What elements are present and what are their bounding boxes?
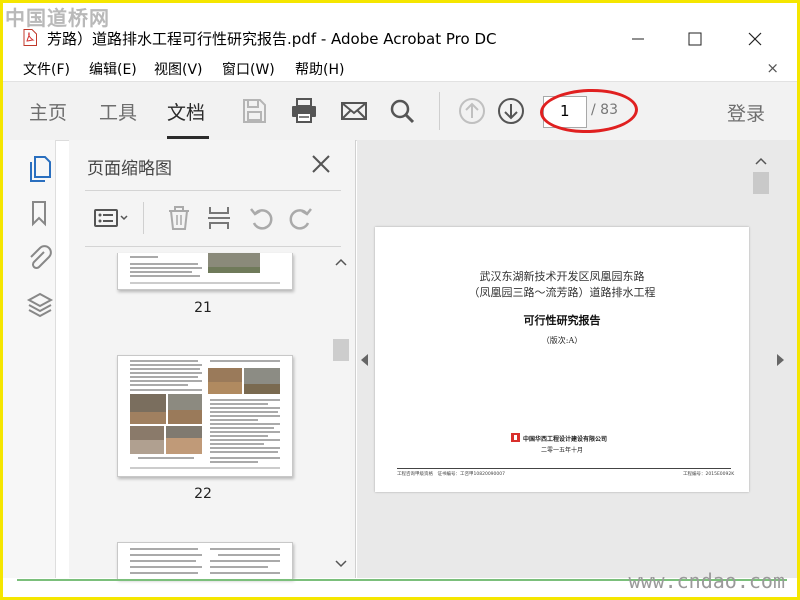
scroll-down-icon[interactable] <box>333 559 349 569</box>
thumbnail-content <box>130 253 280 284</box>
scroll-up-icon[interactable] <box>753 156 769 166</box>
document-view[interactable]: 武汉东湖新技术开发区凤凰园东路 （凤凰园三路～流芳路）道路排水工程 可行性研究报… <box>357 140 797 578</box>
scroll-thumb[interactable] <box>333 339 349 361</box>
page-thumbnail-23[interactable] <box>117 542 293 579</box>
menu-view[interactable]: 视图(V) <box>154 59 203 79</box>
scroll-up-icon[interactable] <box>333 257 349 267</box>
active-tab-indicator <box>167 136 209 139</box>
bookmark-icon[interactable] <box>25 198 55 228</box>
tab-tools[interactable]: 工具 <box>99 98 137 125</box>
doc-footer-left: 工程咨询甲级资格 证书编号：工咨甲10820090007 <box>397 472 505 477</box>
app-window: 中国道桥网 芳路）道路排水工程可行性研究报告.pdf - Adobe Acrob… <box>3 3 797 597</box>
page-thumbnail-22[interactable] <box>117 355 293 477</box>
menu-file[interactable]: 文件(F) <box>23 59 70 79</box>
main-toolbar: 主页 工具 文档 1 / 83 登录 <box>3 81 797 141</box>
panel-tool-separator <box>143 202 144 234</box>
pdf-file-icon <box>23 29 37 46</box>
watermark-bottom: www.cndao.com <box>628 569 785 593</box>
navigation-rail <box>3 140 56 578</box>
menu-edit[interactable]: 编辑(E) <box>89 59 137 79</box>
attachment-icon[interactable] <box>25 244 55 274</box>
print-icon[interactable] <box>289 96 319 126</box>
doc-footer-rule <box>397 468 731 469</box>
tab-home[interactable]: 主页 <box>29 98 67 125</box>
scroll-thumb[interactable] <box>753 172 769 194</box>
page-thumbnails-icon[interactable] <box>25 154 55 184</box>
close-window-icon[interactable] <box>735 27 775 51</box>
close-panel-icon[interactable] <box>309 152 333 176</box>
search-icon[interactable] <box>387 96 417 126</box>
split-pages-icon[interactable] <box>205 204 233 232</box>
doc-date: 二零一五年十月 <box>541 447 584 454</box>
document-page: 武汉东湖新技术开发区凤凰园东路 （凤凰园三路～流芳路）道路排水工程 可行性研究报… <box>375 227 749 492</box>
thumbnail-content <box>130 360 280 469</box>
panel-divider <box>85 246 341 247</box>
window-title: 芳路）道路排水工程可行性研究报告.pdf - Adobe Acrobat Pro… <box>47 30 497 48</box>
menu-window[interactable]: 窗口(W) <box>222 59 275 79</box>
thumbnails-scrollbar[interactable] <box>331 253 349 578</box>
previous-page-icon[interactable] <box>457 96 487 126</box>
doc-title-line2: （凤凰园三路～流芳路）道路排水工程 <box>468 286 656 299</box>
doc-company: 中国华西工程设计建设有限公司 <box>523 436 608 443</box>
thumbnail-label: 22 <box>194 486 212 502</box>
save-icon[interactable] <box>239 96 269 126</box>
panel-divider <box>85 190 341 191</box>
panel-title: 页面缩略图 <box>87 159 172 179</box>
document-scrollbar[interactable] <box>751 140 771 578</box>
watermark-top: 中国道桥网 <box>5 6 110 30</box>
login-button[interactable]: 登录 <box>727 99 765 126</box>
close-document-icon[interactable]: × <box>766 59 779 77</box>
menu-bar: 文件(F) 编辑(E) 视图(V) 窗口(W) 帮助(H) × <box>3 57 797 81</box>
highlight-annotation <box>539 87 639 135</box>
maximize-icon[interactable] <box>675 27 715 51</box>
layers-icon[interactable] <box>25 290 55 320</box>
title-bar: 芳路）道路排水工程可行性研究报告.pdf - Adobe Acrobat Pro… <box>3 23 797 53</box>
delete-page-icon[interactable] <box>165 204 193 232</box>
rotate-right-icon[interactable] <box>287 204 315 232</box>
doc-title-line1: 武汉东湖新技术开发区凤凰园东路 <box>479 270 645 283</box>
tab-document[interactable]: 文档 <box>167 98 205 125</box>
rotate-left-icon[interactable] <box>247 204 275 232</box>
doc-footer-right: 工程编号：2015E0092K <box>683 472 735 477</box>
thumbnail-label: 21 <box>194 300 212 316</box>
toolbar-separator <box>439 92 440 130</box>
expand-right-pane-icon[interactable] <box>777 354 784 366</box>
email-icon[interactable] <box>339 96 369 126</box>
thumbnail-content <box>130 548 280 574</box>
doc-heading: 可行性研究报告 <box>523 314 601 327</box>
next-page-icon[interactable] <box>496 96 526 126</box>
collapse-left-pane-icon[interactable] <box>361 354 368 366</box>
thumbnail-options-icon[interactable] <box>93 204 131 232</box>
page-thumbnail-21[interactable] <box>117 253 293 290</box>
company-logo-icon <box>511 433 520 442</box>
doc-version: （版次:A） <box>541 336 583 345</box>
menu-help[interactable]: 帮助(H) <box>295 59 344 79</box>
minimize-icon[interactable] <box>618 27 658 51</box>
thumbnails-panel: 页面缩略图 21 22 <box>69 140 356 579</box>
